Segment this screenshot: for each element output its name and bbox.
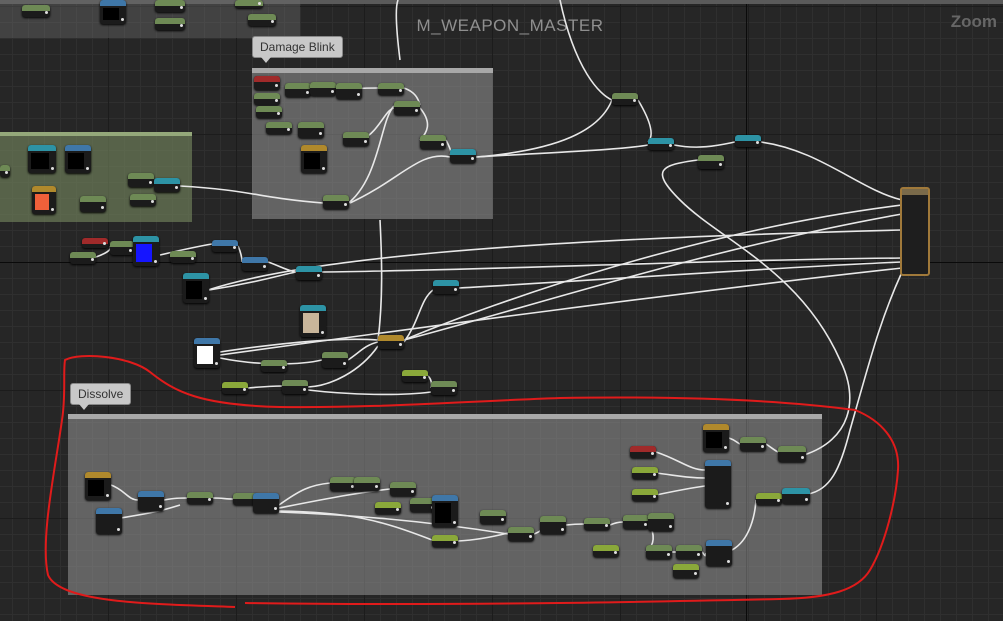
red-annotation-layer: [44, 355, 900, 608]
material-graph-canvas[interactable]: Damage Blink Dissolve M_WEAPON_MASTER Zo…: [0, 0, 1003, 621]
red-annotation-circle: [44, 355, 900, 608]
